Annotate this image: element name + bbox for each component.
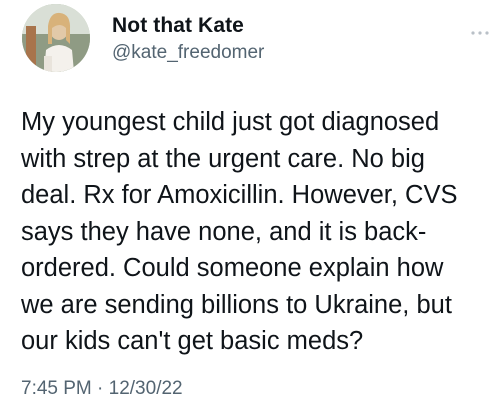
author-handle[interactable]: @kate_freedomer xyxy=(112,42,264,64)
tweet-text-line: My youngest child just got diagnosed xyxy=(21,108,440,136)
author-avatar[interactable] xyxy=(22,4,90,72)
tweet-card: Not that Kate @kate_freedomer My younges… xyxy=(0,0,500,410)
tweet-timestamp[interactable]: 7:45 PM · 12/30/22 xyxy=(21,378,183,400)
profile-photo-icon xyxy=(22,4,90,72)
tweet-text-line: says they have none, and it is back- xyxy=(21,217,427,246)
tweet-text-line: deal. Rx for Amoxicillin. However, CVS xyxy=(21,181,458,209)
tweet-text-line: we are sending billions to Ukraine, but xyxy=(21,290,452,319)
ellipsis-icon[interactable] xyxy=(470,24,490,40)
author-display-name[interactable]: Not that Kate xyxy=(112,14,244,38)
tweet-text-line: with strep at the urgent care. No big xyxy=(21,144,425,173)
tweet-text-line: our kids can't get basic meds? xyxy=(21,327,364,355)
tweet-text-line: ordered. Could someone explain how xyxy=(21,254,444,282)
tweet-text: My youngest child just got diagnosed wit… xyxy=(21,104,491,360)
